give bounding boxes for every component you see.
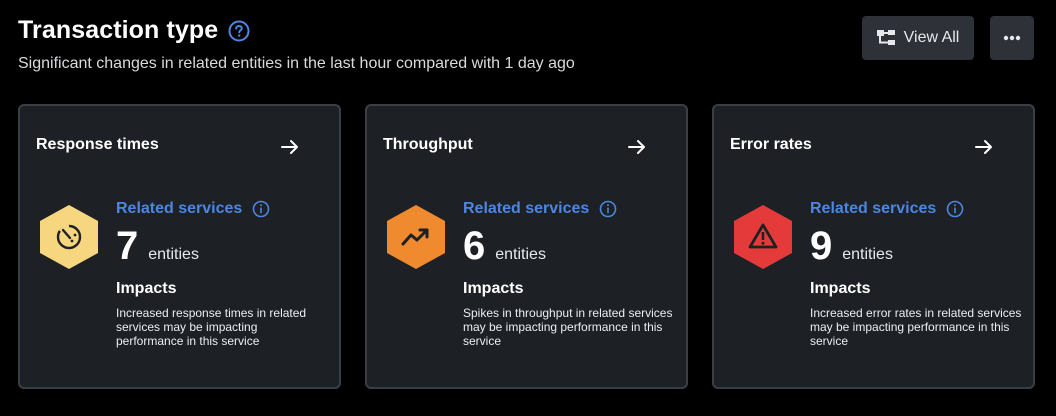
view-all-button[interactable]: View All [862, 16, 974, 60]
card-throughput[interactable]: Throughput Related services 6 entities I… [365, 104, 688, 389]
info-icon[interactable] [599, 200, 617, 218]
count-row: 9 entities [810, 224, 1022, 268]
entity-unit: entities [148, 246, 199, 263]
count-row: 7 entities [116, 224, 328, 268]
cards-row: Response times Related services 7 entiti… [18, 104, 1035, 389]
impacts-description: Increased response times in related serv… [116, 306, 307, 348]
arrow-right-icon[interactable] [973, 136, 995, 158]
impacts-heading: Impacts [463, 280, 524, 297]
info-icon[interactable] [946, 200, 964, 218]
impacts-description: Spikes in throughput in related services… [463, 306, 673, 348]
hierarchy-icon [876, 30, 895, 46]
card-content: Related services 6 entities Impacts Spik… [463, 200, 675, 348]
card-title: Response times [36, 136, 159, 153]
entity-count: 9 [810, 224, 833, 268]
count-row: 6 entities [463, 224, 675, 268]
info-icon[interactable] [252, 200, 270, 218]
entity-unit: entities [495, 246, 546, 263]
impacts-heading: Impacts [810, 280, 871, 297]
header: Transaction type Significant changes in … [18, 16, 575, 73]
warning-triangle-icon [733, 204, 793, 270]
page-title: Transaction type [18, 16, 219, 44]
card-response-times[interactable]: Response times Related services 7 entiti… [18, 104, 341, 389]
card-error-rates[interactable]: Error rates Related services 9 entities … [712, 104, 1035, 389]
related-row: Related services [463, 200, 675, 218]
question-circle-icon[interactable] [228, 20, 250, 42]
view-all-label: View All [903, 29, 960, 46]
page-subtitle: Significant changes in related entities … [18, 55, 575, 72]
more-options-button[interactable] [990, 16, 1034, 60]
entity-unit: entities [842, 246, 893, 263]
entity-count: 7 [116, 224, 139, 268]
impacts-heading: Impacts [116, 280, 177, 297]
related-services-link[interactable]: Related services [463, 200, 589, 218]
entity-count: 6 [463, 224, 486, 268]
clock-timer-icon [39, 204, 99, 270]
card-title: Error rates [730, 136, 812, 153]
header-actions: View All [862, 16, 1034, 60]
more-horizontal-icon [1003, 35, 1021, 41]
card-content: Related services 7 entities Impacts Incr… [116, 200, 328, 348]
impacts-description: Increased error rates in related service… [810, 306, 1022, 348]
card-title: Throughput [383, 136, 473, 153]
related-services-link[interactable]: Related services [116, 200, 242, 218]
related-row: Related services [116, 200, 328, 218]
trend-up-icon [386, 204, 446, 270]
title-row: Transaction type [18, 16, 575, 45]
related-row: Related services [810, 200, 1022, 218]
arrow-right-icon[interactable] [279, 136, 301, 158]
related-services-link[interactable]: Related services [810, 200, 936, 218]
card-content: Related services 9 entities Impacts Incr… [810, 200, 1022, 348]
arrow-right-icon[interactable] [626, 136, 648, 158]
